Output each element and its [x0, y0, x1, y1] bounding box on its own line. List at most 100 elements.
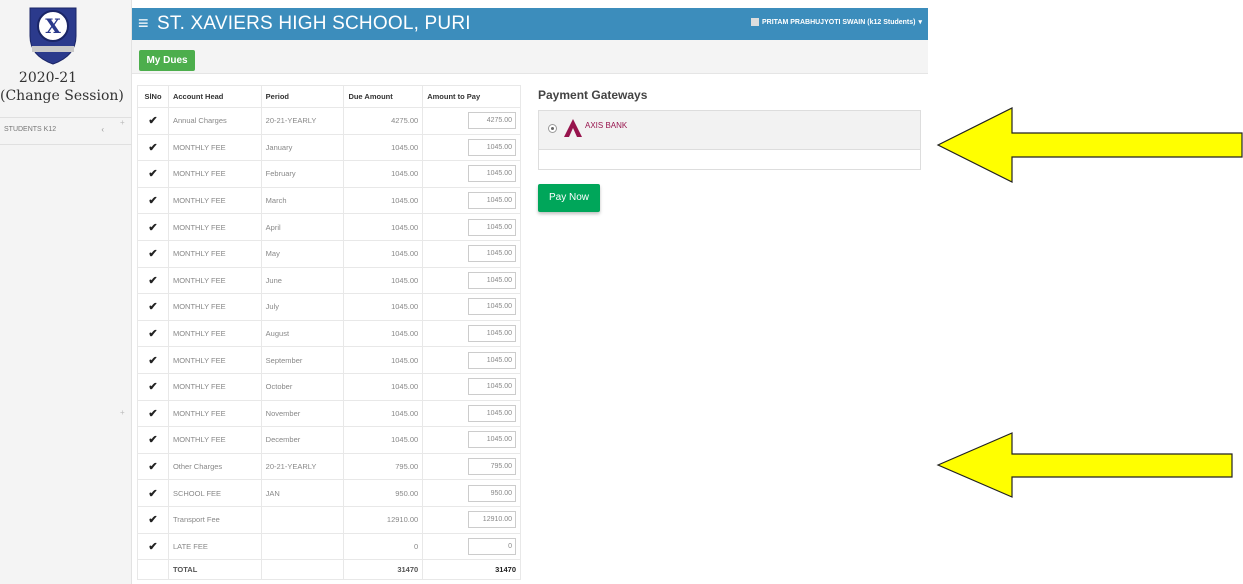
- row-check-cell[interactable]: ✔: [137, 532, 169, 561]
- account-head-cell: MONTHLY FEE: [167, 319, 262, 348]
- amount-to-pay-input[interactable]: [468, 458, 516, 476]
- row-check-cell[interactable]: ✔: [137, 160, 169, 188]
- period-cell: September: [260, 346, 345, 374]
- amount-to-pay-cell: [422, 372, 521, 401]
- content-header: [132, 40, 928, 74]
- amount-to-pay-input[interactable]: [468, 484, 516, 502]
- table-row: ✔ MONTHLY FEE February 1045.00: [137, 160, 521, 188]
- due-amount-cell: 1045.00: [343, 399, 424, 428]
- row-check-cell[interactable]: ✔: [137, 479, 169, 507]
- dues-table-body: ✔Annual Charges20-21-YEARLY4275.00✔MONTH…: [137, 107, 521, 561]
- sidebar-item-students[interactable]: STUDENTS K12 ‹: [0, 117, 132, 145]
- period-cell: March: [260, 186, 345, 215]
- amount-to-pay-input[interactable]: [468, 404, 516, 422]
- check-icon[interactable]: ✔: [148, 195, 157, 207]
- amount-to-pay-input[interactable]: [468, 351, 516, 369]
- amount-to-pay-cell: [422, 293, 521, 321]
- account-head-cell: Annual Charges: [167, 107, 262, 135]
- col-header-slno: SlNo: [137, 85, 169, 108]
- row-check-cell[interactable]: ✔: [137, 186, 169, 215]
- amount-to-pay-cell: [422, 452, 521, 481]
- amount-to-pay-input[interactable]: [468, 537, 516, 555]
- row-check-cell[interactable]: ✔: [137, 372, 169, 401]
- amount-to-pay-cell: [422, 319, 521, 348]
- dues-table: SlNo Account Head Period Due Amount Amou…: [137, 85, 521, 581]
- total-empty-cell: [260, 559, 345, 581]
- row-check-cell[interactable]: ✔: [137, 239, 169, 268]
- amount-to-pay-input[interactable]: [468, 378, 516, 396]
- due-amount-cell: 4275.00: [343, 107, 424, 135]
- change-session-link[interactable]: (Change Session): [0, 88, 130, 104]
- amount-to-pay-input[interactable]: [468, 245, 516, 263]
- gateway-radio[interactable]: [548, 124, 557, 133]
- table-row: ✔ MONTHLY FEE January 1045.00: [137, 133, 521, 162]
- row-check-cell[interactable]: ✔: [137, 133, 169, 162]
- total-pay: 31470: [422, 559, 521, 581]
- table-row: ✔ MONTHLY FEE September 1045.00: [137, 346, 521, 374]
- row-check-cell[interactable]: ✔: [137, 293, 169, 321]
- user-icon: [750, 18, 759, 26]
- check-icon[interactable]: ✔: [148, 408, 157, 420]
- account-head-cell: SCHOOL FEE: [167, 479, 262, 507]
- row-check-cell[interactable]: ✔: [137, 452, 169, 481]
- row-check-cell[interactable]: ✔: [137, 319, 169, 348]
- check-icon[interactable]: ✔: [148, 115, 157, 127]
- check-icon[interactable]: ✔: [148, 248, 157, 260]
- amount-to-pay-input[interactable]: [468, 165, 516, 183]
- pay-now-button[interactable]: Pay Now: [538, 184, 600, 212]
- check-icon[interactable]: ✔: [148, 275, 157, 287]
- amount-to-pay-input[interactable]: [468, 192, 516, 210]
- amount-to-pay-input[interactable]: [468, 271, 516, 289]
- amount-to-pay-cell: [422, 107, 521, 135]
- account-head-cell: MONTHLY FEE: [167, 399, 262, 428]
- check-icon[interactable]: ✔: [148, 461, 157, 473]
- check-icon[interactable]: ✔: [148, 301, 157, 313]
- user-name: PRITAM PRABHUJYOTI SWAIN (k12 Students): [761, 18, 916, 26]
- hamburger-icon[interactable]: ≡: [138, 14, 149, 32]
- payment-gateway-option[interactable]: AXIS BANK: [538, 110, 921, 150]
- row-check-cell[interactable]: ✔: [137, 213, 169, 241]
- total-empty-cell: [137, 559, 169, 581]
- check-icon[interactable]: ✔: [148, 355, 157, 367]
- period-cell: June: [260, 266, 345, 295]
- row-check-cell[interactable]: ✔: [137, 107, 169, 135]
- user-menu[interactable]: PRITAM PRABHUJYOTI SWAIN (k12 Students) …: [750, 18, 922, 26]
- check-icon[interactable]: ✔: [148, 514, 157, 526]
- amount-to-pay-input[interactable]: [468, 511, 516, 529]
- due-amount-cell: 1045.00: [343, 160, 424, 188]
- check-icon[interactable]: ✔: [148, 381, 157, 393]
- check-icon[interactable]: ✔: [148, 488, 157, 500]
- chevron-left-icon: ‹: [101, 125, 104, 134]
- total-due: 31470: [343, 559, 424, 581]
- check-icon[interactable]: ✔: [148, 328, 157, 340]
- amount-to-pay-cell: [422, 213, 521, 241]
- amount-to-pay-input[interactable]: [468, 138, 516, 156]
- period-cell: [260, 532, 345, 561]
- amount-to-pay-input[interactable]: [468, 325, 516, 343]
- row-check-cell[interactable]: ✔: [137, 399, 169, 428]
- amount-to-pay-cell: [422, 532, 521, 561]
- check-icon[interactable]: ✔: [148, 434, 157, 446]
- row-check-cell[interactable]: ✔: [137, 505, 169, 534]
- check-icon[interactable]: ✔: [148, 168, 157, 180]
- due-amount-cell: 1045.00: [343, 266, 424, 295]
- check-icon[interactable]: ✔: [148, 142, 157, 154]
- row-check-cell[interactable]: ✔: [137, 346, 169, 374]
- check-icon[interactable]: ✔: [148, 222, 157, 234]
- account-head-cell: MONTHLY FEE: [167, 133, 262, 162]
- table-row: ✔ MONTHLY FEE May 1045.00: [137, 239, 521, 268]
- row-check-cell[interactable]: ✔: [137, 266, 169, 295]
- amount-to-pay-cell: [422, 399, 521, 428]
- amount-to-pay-input[interactable]: [468, 112, 516, 130]
- check-icon[interactable]: ✔: [148, 541, 157, 553]
- amount-to-pay-input[interactable]: [468, 298, 516, 316]
- my-dues-button[interactable]: My Dues: [139, 50, 195, 71]
- amount-to-pay-input[interactable]: [468, 431, 516, 449]
- collapse-mark-icon: +: [120, 118, 125, 127]
- table-header-row: SlNo Account Head Period Due Amount Amou…: [137, 85, 521, 108]
- table-row: ✔ Other Charges 20-21-YEARLY 795.00: [137, 452, 521, 481]
- amount-to-pay-input[interactable]: [468, 218, 516, 236]
- account-head-cell: MONTHLY FEE: [167, 160, 262, 188]
- amount-to-pay-cell: [422, 479, 521, 507]
- row-check-cell[interactable]: ✔: [137, 426, 169, 454]
